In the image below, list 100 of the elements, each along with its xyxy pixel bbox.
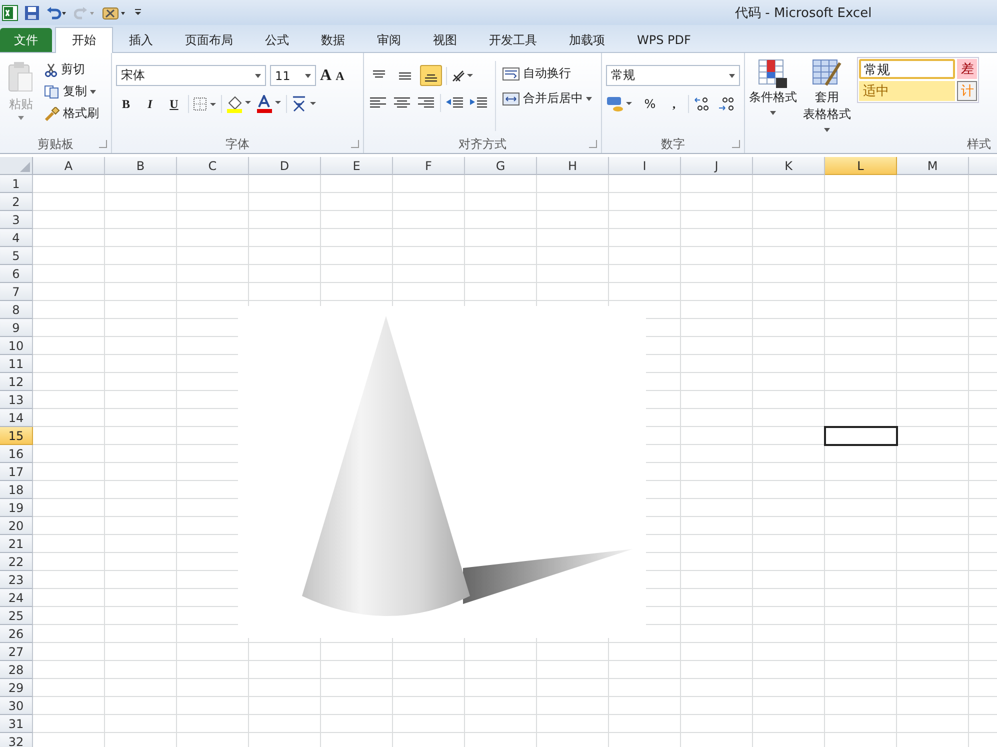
cut-button[interactable]: 剪切 [44, 61, 99, 78]
font-color-icon[interactable] [256, 95, 282, 113]
column-header[interactable]: M [897, 157, 969, 175]
row-header[interactable]: 1 [0, 175, 33, 193]
grow-font-button[interactable]: A [320, 68, 332, 84]
column-header[interactable]: G [465, 157, 537, 175]
row-header[interactable]: 22 [0, 553, 33, 571]
row-header[interactable]: 2 [0, 193, 33, 211]
comma-button[interactable]: , [664, 94, 684, 114]
ribbon-tab[interactable]: 插入 [113, 28, 169, 52]
row-header[interactable]: 8 [0, 301, 33, 319]
ribbon-tab[interactable]: 开始 [55, 27, 113, 53]
row-header[interactable]: 4 [0, 229, 33, 247]
increase-indent-icon[interactable] [469, 96, 489, 110]
ribbon-tab[interactable]: 公式 [249, 28, 305, 52]
fill-color-icon[interactable] [226, 95, 252, 113]
row-header[interactable]: 19 [0, 499, 33, 517]
row-header[interactable]: 17 [0, 463, 33, 481]
ribbon-tab[interactable]: 视图 [417, 28, 473, 52]
merge-cells-icon [502, 92, 520, 106]
percent-button[interactable]: % [640, 94, 660, 114]
row-header[interactable]: 21 [0, 535, 33, 553]
file-tab[interactable]: 文件 [0, 28, 52, 52]
ribbon-tab[interactable]: 开发工具 [473, 28, 553, 52]
row-header[interactable]: 31 [0, 715, 33, 733]
number-format-field[interactable]: 常规 [606, 65, 740, 86]
caret-icon [824, 128, 830, 132]
font-size-field[interactable]: 11 [270, 65, 316, 86]
row-header[interactable]: 5 [0, 247, 33, 265]
vertical-align-button[interactable] [420, 65, 442, 86]
row-header[interactable]: 26 [0, 625, 33, 643]
row-header[interactable]: 27 [0, 643, 33, 661]
ribbon-tab[interactable]: 页面布局 [169, 28, 249, 52]
dialog-launcher-icon[interactable] [99, 140, 107, 148]
cell-style-option[interactable]: 常规 [859, 59, 955, 79]
borders-icon[interactable] [193, 97, 217, 111]
cell-style-option[interactable]: 适中 [859, 81, 955, 101]
row-header[interactable]: 14 [0, 409, 33, 427]
undo-icon[interactable] [46, 6, 68, 20]
row-header[interactable]: 20 [0, 517, 33, 535]
ribbon-tab[interactable]: WPS PDF [621, 28, 707, 52]
group-label: 剪贴板 [38, 136, 74, 152]
column-header[interactable]: C [177, 157, 249, 175]
cell-grid[interactable] [33, 175, 997, 747]
column-header[interactable]: I [609, 157, 681, 175]
dialog-launcher-icon[interactable] [351, 140, 359, 148]
row-header[interactable]: 7 [0, 283, 33, 301]
column-header[interactable]: B [105, 157, 177, 175]
column-header[interactable]: A [33, 157, 105, 175]
font-name-field[interactable]: 宋体 [116, 65, 266, 86]
excel-logo-icon[interactable] [2, 4, 18, 20]
underline-button[interactable]: U [164, 94, 184, 114]
horizontal-align-icon[interactable] [368, 96, 388, 110]
column-header[interactable]: E [321, 157, 393, 175]
row-header[interactable]: 3 [0, 211, 33, 229]
ribbon-tab[interactable]: 数据 [305, 28, 361, 52]
column-header[interactable]: J [681, 157, 753, 175]
row-header[interactable]: 29 [0, 679, 33, 697]
row-header[interactable]: 6 [0, 265, 33, 283]
row-header[interactable]: 10 [0, 337, 33, 355]
italic-button[interactable]: I [140, 94, 160, 114]
caret-icon [305, 74, 311, 78]
orientation-icon[interactable] [451, 68, 475, 82]
format-painter-button[interactable]: 格式刷 [44, 105, 99, 122]
column-header[interactable]: D [249, 157, 321, 175]
ribbon-tab[interactable]: 加载项 [553, 28, 621, 52]
column-header[interactable]: H [537, 157, 609, 175]
save-icon[interactable] [24, 4, 40, 20]
row-header[interactable]: 32 [0, 733, 33, 747]
row-header[interactable]: 15 [0, 427, 33, 445]
horizontal-align-icon[interactable] [416, 96, 436, 110]
cell-style-option[interactable]: 差 [957, 59, 977, 79]
decrease-indent-icon[interactable] [445, 96, 465, 110]
row-header[interactable]: 9 [0, 319, 33, 337]
column-header[interactable]: L [825, 157, 897, 175]
row-header[interactable]: 24 [0, 589, 33, 607]
group-label: 样式 [967, 136, 991, 152]
ribbon-tab[interactable]: 审阅 [361, 28, 417, 52]
column-header[interactable]: K [753, 157, 825, 175]
wrap-text-button[interactable]: 自动换行 [502, 65, 592, 82]
row-header[interactable]: 28 [0, 661, 33, 679]
row-header[interactable]: 18 [0, 481, 33, 499]
dialog-launcher-icon[interactable] [589, 140, 597, 148]
row-header[interactable]: 11 [0, 355, 33, 373]
row-header[interactable]: 25 [0, 607, 33, 625]
merge-center-button[interactable]: 合并后居中 [502, 90, 583, 107]
shrink-font-button[interactable]: A [336, 70, 344, 82]
bold-button[interactable]: B [116, 94, 136, 114]
row-header[interactable]: 16 [0, 445, 33, 463]
format-as-table-button[interactable]: 套用 表格格式 [803, 57, 851, 125]
dialog-launcher-icon[interactable] [732, 140, 740, 148]
row-header[interactable]: 23 [0, 571, 33, 589]
caret-icon [90, 90, 96, 94]
horizontal-align-icon[interactable] [392, 96, 412, 110]
conditional-format-button[interactable]: 条件格式 [749, 57, 797, 108]
row-header[interactable]: 12 [0, 373, 33, 391]
row-header[interactable]: 30 [0, 697, 33, 715]
row-header[interactable]: 13 [0, 391, 33, 409]
copy-button[interactable]: 复制 [44, 83, 87, 100]
column-header[interactable]: F [393, 157, 465, 175]
